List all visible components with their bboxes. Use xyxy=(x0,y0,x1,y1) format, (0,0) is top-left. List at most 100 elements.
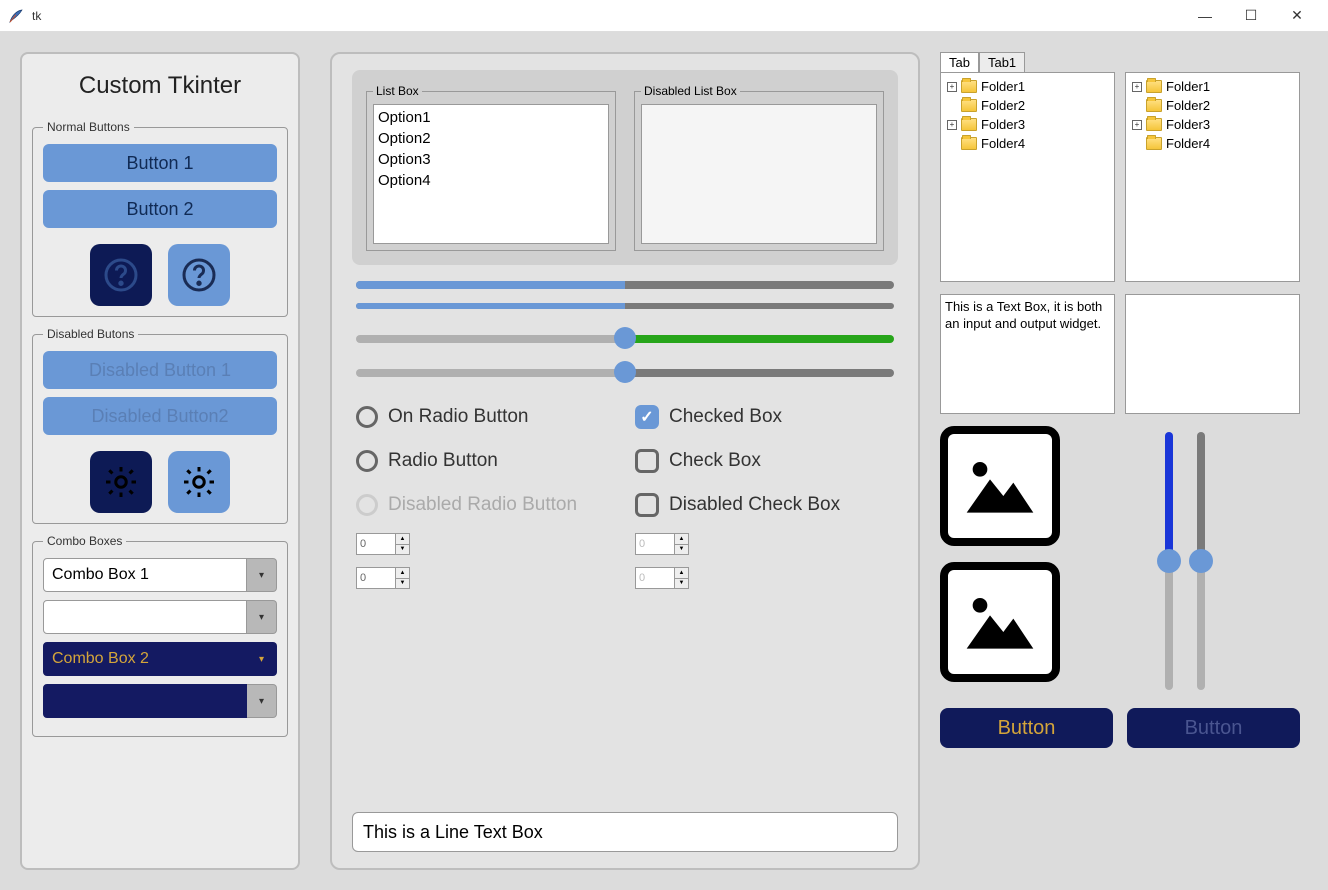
folder-icon xyxy=(1146,137,1162,150)
combo-box-1[interactable]: Combo Box 1 ▾ xyxy=(43,558,277,592)
disabled-list-box-legend: Disabled List Box xyxy=(641,84,740,98)
list-item[interactable]: Option3 xyxy=(378,149,604,170)
combo-box-3[interactable]: Combo Box 2 ▾ xyxy=(43,642,277,676)
help-icon-button-light[interactable] xyxy=(168,244,230,306)
disabled-list-box: Disabled List Box xyxy=(634,84,884,251)
vertical-slider-1[interactable] xyxy=(1164,432,1174,690)
spinbox-1[interactable]: 0▲▼ xyxy=(356,533,410,555)
spinbox-2: 0▲▼ xyxy=(635,533,689,555)
maximize-button[interactable]: ☐ xyxy=(1228,0,1274,32)
checkbox-checked[interactable]: ✓Checked Box xyxy=(635,405,894,429)
minimize-button[interactable]: ― xyxy=(1182,0,1228,32)
list-item[interactable]: Option2 xyxy=(378,128,604,149)
combo-box-2[interactable]: ▾ xyxy=(43,600,277,634)
list-item[interactable]: Option1 xyxy=(378,107,604,128)
check-icon: ✓ xyxy=(635,405,659,429)
sidebar: Custom Tkinter Normal Buttons Button 1 B… xyxy=(20,52,300,870)
folder-icon xyxy=(1146,80,1162,93)
tree-item[interactable]: + Folder1 xyxy=(947,79,1108,94)
question-icon xyxy=(181,257,217,293)
image-placeholder-1 xyxy=(940,426,1060,546)
vertical-slider-2[interactable] xyxy=(1196,432,1206,690)
folder-icon xyxy=(961,99,977,112)
tab-2[interactable]: Tab1 xyxy=(979,52,1025,72)
tree-item-label: Folder1 xyxy=(981,79,1025,94)
combo-boxes-legend: Combo Boxes xyxy=(43,534,126,548)
list-box-content[interactable]: Option1 Option2 Option3 Option4 xyxy=(373,104,609,244)
slider-1[interactable] xyxy=(356,331,894,347)
tree-item[interactable]: + Folder1 xyxy=(1132,79,1293,94)
tab-bar: Tab Tab1 xyxy=(940,52,1300,72)
chevron-down-icon[interactable]: ▾ xyxy=(247,642,277,676)
tree-item[interactable]: + Folder3 xyxy=(1132,117,1293,132)
folder-icon xyxy=(1146,99,1162,112)
tree-item[interactable]: Folder2 xyxy=(1132,98,1293,113)
help-icon-button-dark[interactable] xyxy=(90,244,152,306)
checkbox-disabled: Disabled Check Box xyxy=(635,493,894,517)
image-icon xyxy=(960,587,1040,657)
expand-icon xyxy=(947,139,957,149)
text-box-1[interactable]: This is a Text Box, it is both an input … xyxy=(940,294,1115,414)
text-box-2[interactable] xyxy=(1125,294,1300,414)
tree-item[interactable]: + Folder3 xyxy=(947,117,1108,132)
tree-item-label: Folder1 xyxy=(1166,79,1210,94)
list-box-legend: List Box xyxy=(373,84,422,98)
progress-bar-2 xyxy=(356,303,894,309)
spin-up-icon: ▲ xyxy=(675,568,688,579)
tree-view-left[interactable]: + Folder1 Folder2 + Folder3 Folder4 xyxy=(940,72,1115,282)
tree-view-right[interactable]: + Folder1 Folder2 + Folder3 Folder4 xyxy=(1125,72,1300,282)
tree-item-label: Folder3 xyxy=(1166,117,1210,132)
bottom-button-enabled[interactable]: Button xyxy=(940,708,1113,748)
spin-up-icon[interactable]: ▲ xyxy=(396,568,409,579)
combo-value: Combo Box 2 xyxy=(43,642,247,676)
titlebar: tk ― ☐ ✕ xyxy=(0,0,1328,32)
list-item[interactable]: Option4 xyxy=(378,170,604,191)
expand-icon xyxy=(1132,139,1142,149)
expand-icon[interactable]: + xyxy=(947,120,957,130)
expand-icon xyxy=(1132,101,1142,111)
tree-item-label: Folder4 xyxy=(1166,136,1210,151)
expand-icon[interactable]: + xyxy=(947,82,957,92)
button-2[interactable]: Button 2 xyxy=(43,190,277,228)
combo-value xyxy=(43,684,247,718)
tree-item-label: Folder3 xyxy=(981,117,1025,132)
spin-up-icon[interactable]: ▲ xyxy=(396,534,409,545)
check-icon xyxy=(635,493,659,517)
disabled-buttons-legend: Disabled Butons xyxy=(43,327,138,341)
expand-icon[interactable]: + xyxy=(1132,120,1142,130)
tree-item[interactable]: Folder4 xyxy=(947,136,1108,151)
chevron-down-icon[interactable]: ▾ xyxy=(247,684,277,718)
combo-value: Combo Box 1 xyxy=(43,558,247,592)
gear-icon xyxy=(103,464,139,500)
bottom-button-disabled: Button xyxy=(1127,708,1300,748)
radio-on[interactable]: On Radio Button xyxy=(356,405,615,429)
folder-icon xyxy=(961,118,977,131)
normal-buttons-group: Normal Buttons Button 1 Button 2 xyxy=(32,120,288,317)
folder-icon xyxy=(961,80,977,93)
folder-icon xyxy=(961,137,977,150)
tab-1[interactable]: Tab xyxy=(940,52,979,72)
button-1[interactable]: Button 1 xyxy=(43,144,277,182)
slider-2[interactable] xyxy=(356,365,894,381)
tree-item[interactable]: Folder4 xyxy=(1132,136,1293,151)
spin-down-icon[interactable]: ▼ xyxy=(396,579,409,589)
window-title: tk xyxy=(32,9,1182,23)
sidebar-heading: Custom Tkinter xyxy=(32,72,288,100)
checkbox-unchecked[interactable]: Check Box xyxy=(635,449,894,473)
spinbox-3[interactable]: 0▲▼ xyxy=(356,567,410,589)
radio-disabled: Disabled Radio Button xyxy=(356,493,615,517)
combo-box-4[interactable]: ▾ xyxy=(43,684,277,718)
chevron-down-icon[interactable]: ▾ xyxy=(247,600,277,634)
gear-icon xyxy=(181,464,217,500)
tree-item[interactable]: Folder2 xyxy=(947,98,1108,113)
expand-icon[interactable]: + xyxy=(1132,82,1142,92)
spin-down-icon: ▼ xyxy=(675,545,688,555)
close-button[interactable]: ✕ xyxy=(1274,0,1320,32)
radio-off[interactable]: Radio Button xyxy=(356,449,615,473)
folder-icon xyxy=(1146,118,1162,131)
combo-value xyxy=(43,600,247,634)
spin-down-icon[interactable]: ▼ xyxy=(396,545,409,555)
check-icon xyxy=(635,449,659,473)
line-text-input[interactable]: This is a Line Text Box xyxy=(352,812,898,852)
chevron-down-icon[interactable]: ▾ xyxy=(247,558,277,592)
